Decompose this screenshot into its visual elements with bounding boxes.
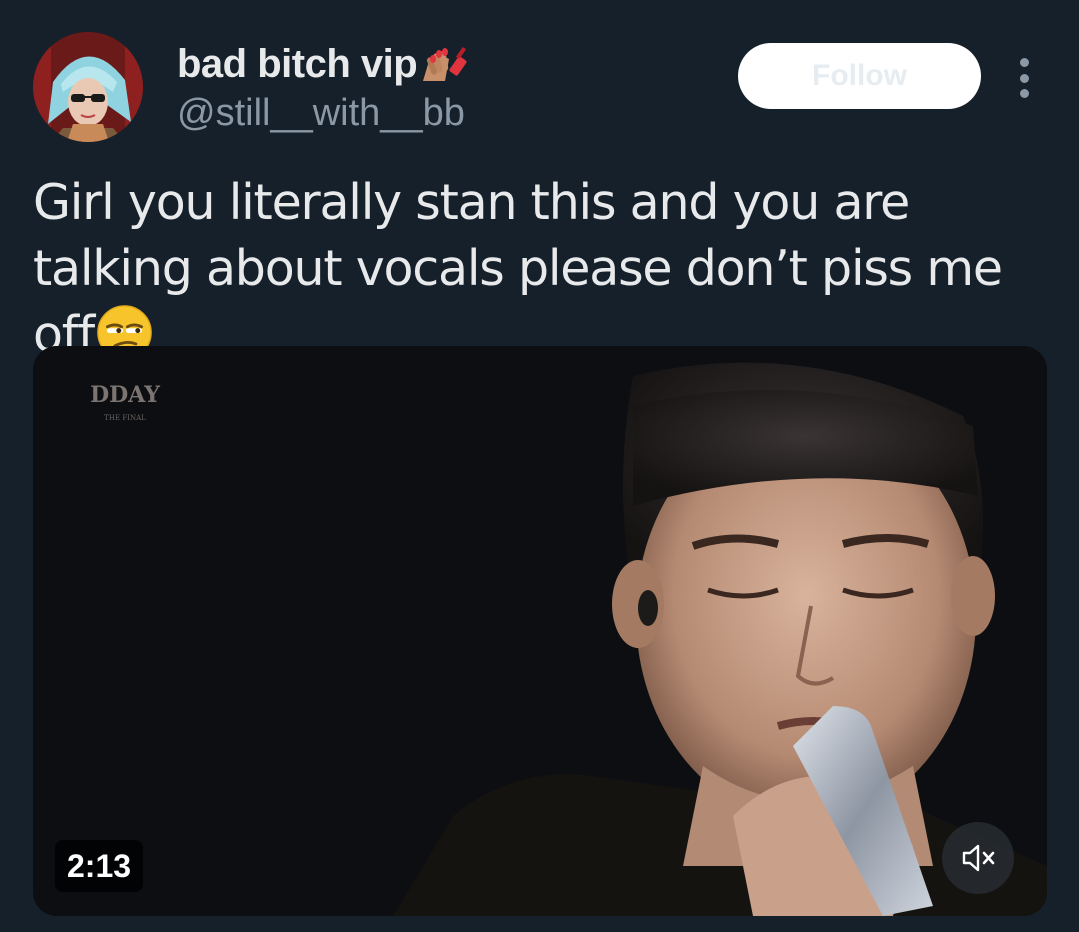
more-dots-icon[interactable] [1009, 58, 1039, 98]
display-name[interactable]: bad bitch vip [177, 42, 469, 87]
display-name-text: bad bitch vip [177, 42, 418, 86]
tweet-card: bad bitch vip @still__with__bb Follow Gi… [0, 0, 1079, 932]
more-dot [1019, 58, 1029, 67]
speaker-muted-icon [962, 844, 995, 872]
more-dot [1019, 89, 1029, 98]
tweet-text: Girl you literally stan this and you are… [33, 170, 1063, 368]
handle[interactable]: @still__with__bb [177, 92, 465, 135]
mute-button[interactable] [942, 822, 1014, 894]
more-dot [1019, 73, 1029, 83]
nail-polish-emoji [423, 46, 467, 81]
avatar[interactable] [33, 32, 143, 142]
svg-text:THE FINAL: THE FINAL [104, 414, 146, 422]
video-duration: 2:13 [55, 840, 144, 892]
svg-text:DDAY: DDAY [90, 382, 160, 408]
video-frame: DDAY THE FINAL [33, 346, 1047, 916]
avatar-image [33, 32, 143, 142]
follow-button[interactable]: Follow [738, 43, 981, 109]
video-player[interactable]: DDAY THE FINAL 2:13 [33, 346, 1047, 916]
tweet-body: Girl you literally stan this and you are… [33, 174, 1003, 363]
